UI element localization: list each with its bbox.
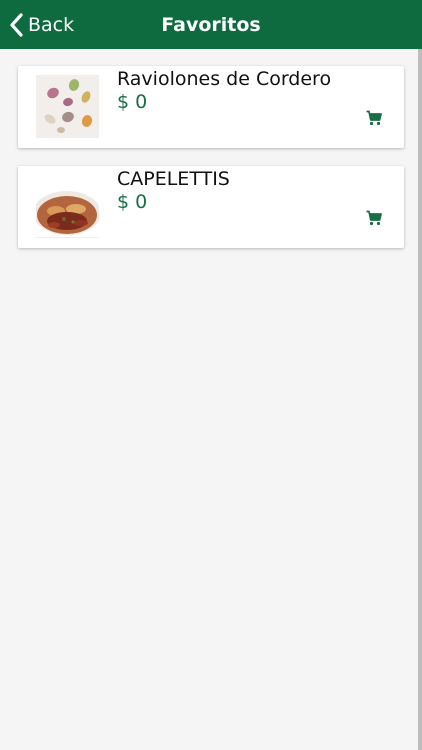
capelettis-image (36, 175, 99, 238)
item-name: Raviolones de Cordero (117, 68, 332, 90)
chevron-left-icon (10, 12, 23, 37)
favorites-screen: Back Favoritos Raviolones de Cordero $ 0… (0, 0, 422, 750)
cart-icon (366, 210, 382, 226)
item-price: $ 0 (117, 91, 148, 113)
favorite-item[interactable]: CAPELETTIS $ 0 (18, 166, 404, 248)
item-name: CAPELETTIS (117, 168, 230, 190)
add-to-cart-button[interactable] (366, 210, 382, 226)
favorites-list: Raviolones de Cordero $ 0 CAPELETTIS $ 0 (18, 66, 404, 266)
add-to-cart-button[interactable] (366, 110, 382, 126)
raviolones-image (36, 75, 99, 138)
navbar: Back Favoritos (0, 0, 422, 49)
cart-icon (366, 110, 382, 126)
page-title: Favoritos (161, 13, 261, 36)
favorite-item[interactable]: Raviolones de Cordero $ 0 (18, 66, 404, 148)
back-label: Back (28, 13, 75, 36)
back-button[interactable]: Back (8, 0, 74, 49)
item-price: $ 0 (117, 191, 148, 213)
